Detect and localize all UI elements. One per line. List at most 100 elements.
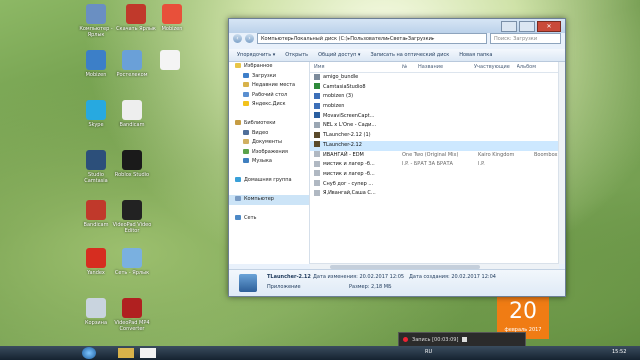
desktop-icon <box>243 91 249 97</box>
nav-item-label: Музыка <box>252 158 272 164</box>
desktop-icon[interactable]: VideoPad MP4 Converter <box>112 298 152 332</box>
breadcrumb-separator-icon[interactable]: ▸ <box>432 36 435 42</box>
album-cell <box>534 189 559 199</box>
title-cell <box>402 92 478 102</box>
desktop-icon[interactable]: Скачать Ярлык <box>116 4 156 32</box>
toolbar-button[interactable]: Новая папка <box>459 52 492 58</box>
nav-item[interactable]: Домашняя группа <box>229 176 309 186</box>
artist-cell <box>478 92 534 102</box>
file-row[interactable]: мистик и лагер -б... <box>310 170 559 180</box>
toolbar-button[interactable]: Общий доступ ▾ <box>318 52 360 58</box>
stop-icon[interactable] <box>462 337 468 342</box>
nav-item[interactable]: Загрузки <box>229 72 309 82</box>
toolbar-button[interactable]: Записать на оптический диск <box>370 52 449 58</box>
title-cell <box>402 102 478 112</box>
file-row[interactable]: TLauncher-2.12 (1) <box>310 131 559 141</box>
nav-item[interactable]: Изображения <box>229 148 309 158</box>
nav-item-label: Сеть <box>244 215 257 221</box>
minimize-button[interactable] <box>501 21 517 32</box>
address-bar[interactable]: Компьютер ▸ Локальный диск (C:) ▸ Пользо… <box>257 33 487 44</box>
nav-item[interactable]: Документы <box>229 138 309 148</box>
language-indicator[interactable]: RU <box>425 349 432 355</box>
file-row[interactable]: CamtasiaStudio8 <box>310 83 559 93</box>
start-button[interactable] <box>82 347 96 359</box>
file-row[interactable]: MovaviScreenCapt... <box>310 112 559 122</box>
file-row[interactable]: Снуб дог - супер ... <box>310 180 559 190</box>
column-header[interactable]: Имя <box>310 62 402 72</box>
nav-item[interactable]: Библиотеки <box>229 119 309 129</box>
file-name-cell: мистик и лагер -б... <box>310 160 386 170</box>
file-row[interactable]: мистик и лагер -б... I.P. - БРАТ ЗА БРАТА… <box>310 160 559 170</box>
column-header[interactable]: Название <box>418 62 474 72</box>
nav-item[interactable]: Сеть <box>229 214 309 224</box>
file-row[interactable]: NEL x L'One - Сади... <box>310 121 559 131</box>
search-input[interactable]: Поиск: Загрузки <box>490 33 561 44</box>
document-icon <box>243 139 249 144</box>
desktop-icon[interactable]: Bandicam <box>76 200 116 228</box>
desktop-icon-image <box>86 150 106 170</box>
desktop-icon[interactable]: Bandicam <box>112 100 152 128</box>
desktop-icon[interactable]: Roblox Studio <box>112 150 152 178</box>
file-row[interactable]: Я,Ивангай,Саша С... <box>310 189 559 199</box>
vertical-scrollbar[interactable] <box>558 62 565 264</box>
recording-dot-icon <box>403 337 408 342</box>
file-icon <box>314 151 320 157</box>
desktop-icon[interactable]: Mobizen <box>152 4 192 32</box>
column-header[interactable]: № <box>402 62 418 72</box>
nav-item <box>229 167 309 177</box>
clock[interactable]: 15:52 <box>612 349 626 355</box>
desktop-icon-label: VideoPad Video Editor <box>112 222 152 234</box>
desktop-icon[interactable]: Mobizen <box>76 50 116 78</box>
desktop-icon[interactable]: Ростелеком <box>112 50 152 78</box>
desktop-icon-image <box>86 50 106 70</box>
nav-item[interactable]: Яндекс.Диск <box>229 100 309 110</box>
file-row[interactable]: mobizen <box>310 102 559 112</box>
folder-icon <box>243 82 249 87</box>
file-row[interactable]: TLauncher-2.12 <box>310 140 559 151</box>
desktop-icon-label: VideoPad MP4 Converter <box>114 320 150 332</box>
forward-button[interactable]: › <box>245 34 254 43</box>
breadcrumb-item[interactable]: Локальный диск (C:) <box>293 36 347 42</box>
nav-item[interactable]: Избранное <box>229 62 309 72</box>
breadcrumb-item[interactable]: Света <box>390 36 406 42</box>
breadcrumb-item[interactable]: Компьютер <box>261 36 291 42</box>
taskbar-app-yandex[interactable] <box>140 348 156 358</box>
file-row[interactable]: ИВАНГАЙ - EDM One Two (Original Mix) Kairo… <box>310 151 559 161</box>
toolbar-button[interactable]: Упорядочить ▾ <box>237 52 275 58</box>
breadcrumb-item[interactable]: Загрузки <box>408 36 432 42</box>
file-row[interactable]: mobizen (3) <box>310 92 559 102</box>
modified-label: Дата изменения: <box>313 274 358 280</box>
taskbar-app-explorer[interactable] <box>118 348 134 358</box>
file-row[interactable]: amigo_bundle <box>310 73 559 83</box>
file-name-cell: Я,Ивангай,Саша С... <box>310 189 386 199</box>
file-icon <box>314 180 320 187</box>
desktop-icon[interactable] <box>150 50 190 72</box>
maximize-button[interactable] <box>519 21 535 32</box>
breadcrumb-item[interactable]: Пользователи <box>350 36 387 42</box>
desktop-icon[interactable]: Корзина <box>76 298 116 326</box>
column-header[interactable]: Альбом <box>517 62 560 72</box>
nav-item[interactable]: Рабочий стол <box>229 91 309 101</box>
track-number-cell <box>386 160 402 170</box>
desktop-icon[interactable]: Skype <box>76 100 116 128</box>
desktop-icon[interactable]: Компьютер - Ярлык <box>76 4 116 38</box>
desktop-icon[interactable]: Yandex <box>76 248 116 276</box>
desktop-icon-label: Studio Camtasia <box>84 172 108 184</box>
desktop-icon[interactable]: Сеть - Ярлык <box>112 248 152 276</box>
nav-item[interactable]: Видео <box>229 129 309 139</box>
title-bar[interactable]: ✕ <box>229 19 565 33</box>
back-button[interactable]: ‹ <box>233 34 242 43</box>
nav-item[interactable]: Компьютер <box>229 195 309 205</box>
close-button[interactable]: ✕ <box>537 21 561 32</box>
nav-item[interactable]: Недавние места <box>229 81 309 91</box>
command-bar: Упорядочить ▾ Открыть Общий доступ ▾ Записа… <box>229 49 565 62</box>
nav-item-label: Избранное <box>244 63 273 69</box>
nav-item[interactable]: Музыка <box>229 157 309 167</box>
desktop-icon[interactable]: Studio Camtasia <box>76 150 116 184</box>
nav-item <box>229 110 309 120</box>
calendar-day: 20 <box>509 299 537 324</box>
desktop-icon[interactable]: VideoPad Video Editor <box>112 200 152 234</box>
column-header[interactable]: Участвующие исп... <box>474 62 517 72</box>
artist-cell <box>478 121 534 131</box>
toolbar-button[interactable]: Открыть <box>285 52 308 58</box>
